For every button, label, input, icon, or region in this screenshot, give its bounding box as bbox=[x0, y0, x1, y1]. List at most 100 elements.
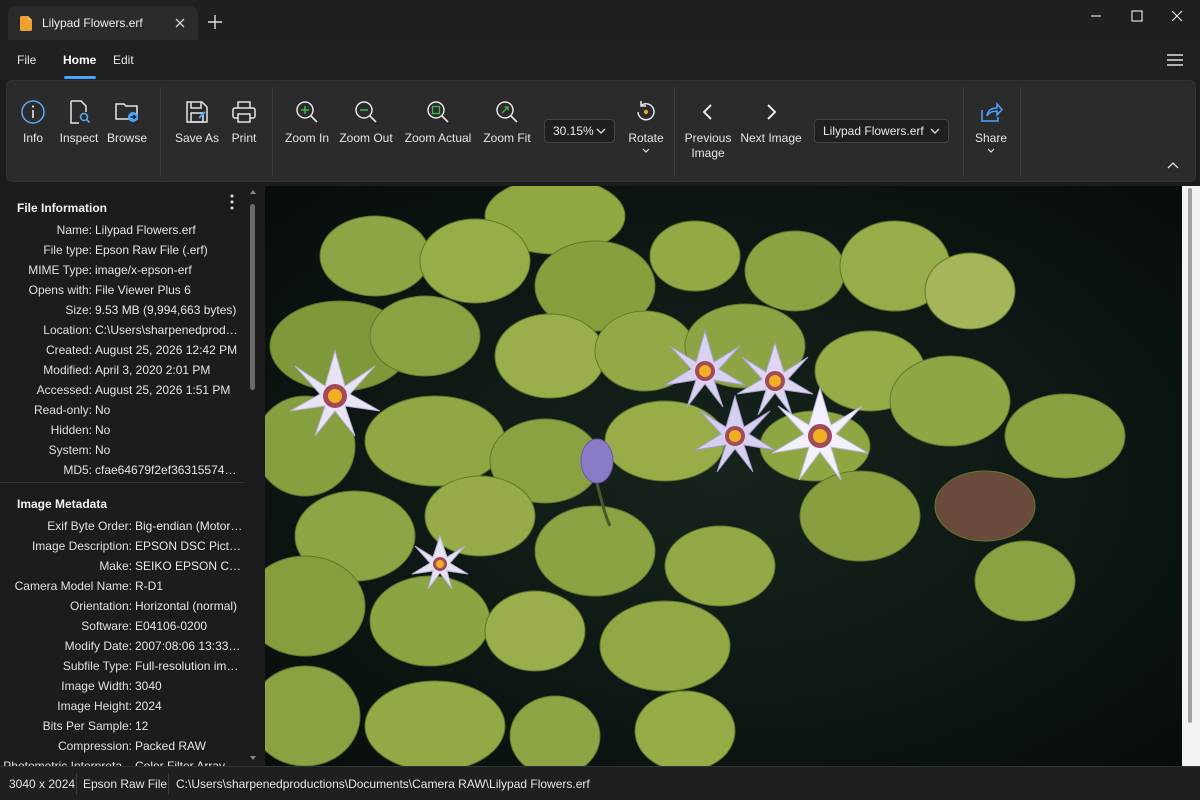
inspect-icon bbox=[70, 100, 91, 124]
property-row: Software: E04106-0200 bbox=[0, 619, 244, 639]
ribbon-toolbar: Info Inspect Browse Save As Print Zoom I… bbox=[6, 80, 1196, 182]
chevron-down-icon bbox=[596, 128, 606, 134]
window-close-icon[interactable] bbox=[1163, 6, 1191, 28]
property-row: Size: 9.53 MB (9,994,663 bytes) bbox=[0, 303, 244, 323]
property-row: Image Description: EPSON DSC Picture bbox=[0, 539, 244, 559]
zoom-out-button[interactable]: Zoom Out bbox=[338, 95, 394, 175]
property-value[interactable]: R-D1 bbox=[135, 579, 243, 593]
property-key: Modify Date: bbox=[64, 639, 132, 653]
property-row: Make:SEIKO EPSON CORP. bbox=[0, 559, 244, 579]
property-key: Accessed: bbox=[36, 383, 92, 397]
save-icon bbox=[186, 101, 208, 123]
property-key: Orientation: bbox=[69, 599, 132, 613]
status-bar: 3040 x 2024 Epson Raw File C:\Users\shar… bbox=[0, 766, 1200, 800]
chevron-right-icon bbox=[767, 104, 777, 120]
zoom-fit-button[interactable]: Zoom Fit bbox=[482, 95, 532, 175]
property-row: MD5: cfae64679f2ef36315574883 bbox=[0, 463, 244, 483]
print-button[interactable]: Print bbox=[227, 95, 261, 175]
chevron-up-icon[interactable] bbox=[1166, 160, 1180, 170]
property-value[interactable]: August 25, 2026 1:51 PM bbox=[95, 383, 243, 397]
property-key: System: bbox=[48, 443, 92, 457]
share-button[interactable]: Share bbox=[973, 95, 1009, 175]
zoom-in-button[interactable]: Zoom In bbox=[283, 95, 331, 175]
info-button[interactable]: Info bbox=[15, 95, 51, 175]
share-label: Share bbox=[974, 131, 1008, 145]
property-value[interactable]: SEIKO EPSON CORP. bbox=[135, 559, 243, 573]
file-select[interactable]: Lilypad Flowers.erf bbox=[814, 119, 949, 143]
property-row: MIME Type: image/x-epson-erf bbox=[0, 263, 244, 283]
previous-label-1: Previous bbox=[684, 131, 732, 145]
property-row: System: No bbox=[0, 443, 244, 463]
property-key: Modified: bbox=[43, 363, 92, 377]
divider bbox=[0, 482, 244, 483]
property-value[interactable]: No bbox=[95, 403, 243, 417]
property-row: Read-only: No bbox=[0, 403, 244, 423]
viewer-scroll-thumb[interactable] bbox=[1188, 188, 1192, 723]
property-key: Camera Model Name: bbox=[14, 579, 132, 593]
info-label: Info bbox=[22, 131, 43, 145]
hamburger-icon[interactable] bbox=[1166, 53, 1184, 67]
zoom-out-icon bbox=[355, 101, 377, 123]
property-value[interactable]: 9.53 MB (9,994,663 bytes) bbox=[95, 303, 243, 317]
browse-icon bbox=[115, 103, 138, 122]
property-value[interactable]: E04106-0200 bbox=[135, 619, 243, 633]
property-value[interactable]: Horizontal (normal) bbox=[135, 599, 243, 613]
previous-label-2: Image bbox=[691, 146, 725, 160]
property-key: Created: bbox=[45, 343, 92, 357]
property-value[interactable]: No bbox=[95, 443, 243, 457]
maximize-icon[interactable] bbox=[1123, 6, 1151, 28]
property-value[interactable]: EPSON DSC Picture bbox=[135, 539, 243, 553]
property-value[interactable]: File Viewer Plus 6 bbox=[95, 283, 243, 297]
minimize-icon[interactable] bbox=[1082, 6, 1110, 28]
zoom-fit-label: Zoom Fit bbox=[483, 131, 531, 145]
previous-image-button[interactable]: Previous Image bbox=[683, 95, 733, 175]
property-row: Hidden: No bbox=[0, 423, 244, 443]
property-key: Opens with: bbox=[28, 283, 92, 297]
property-value[interactable]: No bbox=[95, 423, 243, 437]
property-key: Read-only: bbox=[33, 403, 92, 417]
menu-edit[interactable]: Edit bbox=[113, 53, 134, 67]
property-value[interactable]: 2024 bbox=[135, 699, 243, 713]
plus-icon[interactable] bbox=[206, 13, 224, 31]
property-key: Hidden: bbox=[50, 423, 92, 437]
save-as-button[interactable]: Save As bbox=[174, 95, 220, 175]
file-info-title: File Information bbox=[17, 201, 107, 215]
file-select-value: Lilypad Flowers.erf bbox=[823, 124, 924, 138]
sidebar-scroll-thumb[interactable] bbox=[250, 204, 255, 390]
zoom-actual-button[interactable]: Zoom Actual bbox=[403, 95, 473, 175]
close-icon[interactable] bbox=[172, 15, 188, 31]
property-value[interactable]: 3040 bbox=[135, 679, 243, 693]
separator bbox=[160, 87, 161, 177]
property-value[interactable]: 12 bbox=[135, 719, 243, 733]
property-value[interactable]: C:\Users\sharpenedproductions\Documents\… bbox=[95, 323, 243, 337]
property-row: Created: August 25, 2026 12:42 PM bbox=[0, 343, 244, 363]
browse-button[interactable]: Browse bbox=[106, 95, 148, 175]
zoom-level-value: 30.15% bbox=[553, 124, 594, 138]
menu-file[interactable]: File bbox=[17, 53, 36, 67]
property-value[interactable]: Epson Raw File (.erf) bbox=[95, 243, 243, 257]
document-tab[interactable]: Lilypad Flowers.erf bbox=[8, 6, 198, 40]
property-value[interactable]: image/x-epson-erf bbox=[95, 263, 243, 277]
zoom-level-select[interactable]: 30.15% bbox=[544, 119, 615, 143]
kebab-icon[interactable] bbox=[230, 194, 234, 210]
property-value[interactable]: Packed RAW bbox=[135, 739, 243, 753]
separator bbox=[674, 87, 675, 177]
property-value[interactable]: April 3, 2020 2:01 PM bbox=[95, 363, 243, 377]
rotate-button[interactable]: Rotate bbox=[625, 95, 667, 175]
share-icon bbox=[981, 102, 1004, 122]
property-value[interactable]: Full-resolution image bbox=[135, 659, 243, 673]
property-row: Photometric Interpreta... Color Filter Ar… bbox=[0, 759, 244, 766]
property-value[interactable]: Big-endian (Motorola, MM) bbox=[135, 519, 243, 533]
image-viewer[interactable] bbox=[265, 186, 1182, 766]
property-value[interactable]: Color Filter Array bbox=[135, 759, 243, 766]
chevron-left-icon bbox=[702, 104, 712, 120]
menu-home[interactable]: Home bbox=[63, 53, 96, 67]
chevron-down-icon bbox=[930, 128, 940, 134]
property-value[interactable]: 2007:08:06 13:33:27 bbox=[135, 639, 243, 653]
save-as-label: Save As bbox=[174, 131, 220, 145]
property-value[interactable]: cfae64679f2ef36315574883 bbox=[95, 463, 243, 477]
property-value[interactable]: August 25, 2026 12:42 PM bbox=[95, 343, 243, 357]
property-value[interactable]: Lilypad Flowers.erf bbox=[95, 223, 243, 237]
inspect-button[interactable]: Inspect bbox=[57, 95, 101, 175]
next-image-button[interactable]: Next Image bbox=[739, 95, 803, 175]
